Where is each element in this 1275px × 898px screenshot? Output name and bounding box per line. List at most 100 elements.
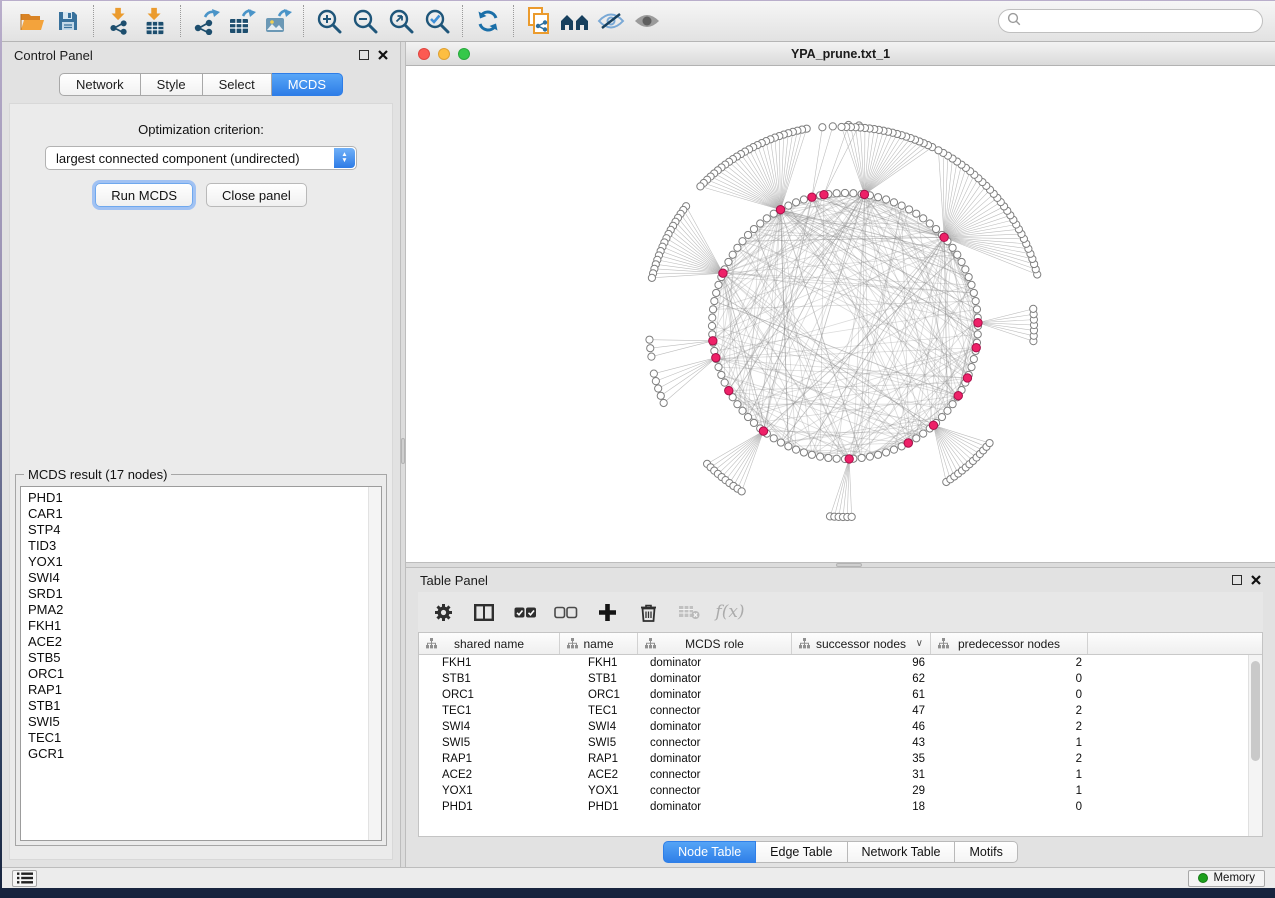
- result-item[interactable]: FKH1: [28, 618, 381, 634]
- tab-select[interactable]: Select: [203, 73, 272, 96]
- tab-network[interactable]: Network: [59, 73, 141, 96]
- cell-name: PHD1: [560, 801, 638, 813]
- export-image-icon[interactable]: [260, 4, 296, 38]
- result-item[interactable]: ACE2: [28, 634, 381, 650]
- save-icon[interactable]: [50, 4, 86, 38]
- task-history-icon[interactable]: [12, 870, 37, 887]
- cell-shared-name: RAP1: [419, 753, 560, 765]
- graph-nodes[interactable]: [646, 121, 1041, 520]
- maximize-window-icon[interactable]: [458, 48, 470, 60]
- result-item[interactable]: YOX1: [28, 554, 381, 570]
- cell-successor-nodes: 61: [792, 689, 931, 701]
- attribute-icon: [567, 638, 578, 652]
- tab-style[interactable]: Style: [141, 73, 203, 96]
- delete-columns-icon[interactable]: [633, 597, 663, 627]
- export-table-icon[interactable]: [224, 4, 260, 38]
- tab-node-table[interactable]: Node Table: [663, 841, 756, 863]
- table-row[interactable]: PHD1PHD1dominator180: [419, 799, 1262, 815]
- show-columns-icon[interactable]: [469, 597, 499, 627]
- unselect-all-columns-icon[interactable]: [551, 597, 581, 627]
- table-row[interactable]: FKH1FKH1dominator962: [419, 655, 1262, 671]
- result-scrollbar[interactable]: [368, 487, 381, 840]
- result-item[interactable]: CAR1: [28, 506, 381, 522]
- first-neighbors-icon[interactable]: [557, 4, 593, 38]
- column-header-shared-name[interactable]: shared name: [419, 633, 560, 654]
- tab-motifs[interactable]: Motifs: [955, 841, 1017, 863]
- cell-predecessor-nodes: 1: [931, 785, 1088, 797]
- result-item[interactable]: TID3: [28, 538, 381, 554]
- table-scrollbar-thumb[interactable]: [1251, 661, 1260, 761]
- memory-button[interactable]: Memory: [1188, 870, 1265, 887]
- zoom-in-icon[interactable]: [311, 4, 347, 38]
- table-row[interactable]: ORC1ORC1dominator610: [419, 687, 1262, 703]
- zoom-selected-icon[interactable]: [419, 4, 455, 38]
- tab-network-table[interactable]: Network Table: [848, 841, 956, 863]
- cell-name: ACE2: [560, 769, 638, 781]
- network-canvas[interactable]: [406, 66, 1275, 562]
- result-item[interactable]: GCR1: [28, 746, 381, 762]
- result-item[interactable]: STB5: [28, 650, 381, 666]
- table-row[interactable]: SWI5SWI5connector431: [419, 735, 1262, 751]
- table-row[interactable]: TEC1TEC1connector472: [419, 703, 1262, 719]
- result-item[interactable]: STP4: [28, 522, 381, 538]
- close-panel-button[interactable]: Close panel: [206, 183, 307, 207]
- import-network-icon[interactable]: [101, 4, 137, 38]
- export-network-icon[interactable]: [188, 4, 224, 38]
- close-table-panel-icon[interactable]: [1251, 573, 1261, 588]
- select-all-columns-icon[interactable]: [510, 597, 540, 627]
- cell-predecessor-nodes: 1: [931, 737, 1088, 749]
- duplicate-network-icon[interactable]: [521, 4, 557, 38]
- result-item[interactable]: TEC1: [28, 730, 381, 746]
- result-item[interactable]: PHD1: [28, 490, 381, 506]
- table-scrollbar[interactable]: [1248, 655, 1262, 836]
- result-item[interactable]: SWI5: [28, 714, 381, 730]
- control-panel-title: Control Panel: [14, 48, 93, 63]
- settings-icon[interactable]: [428, 597, 458, 627]
- result-item[interactable]: SWI4: [28, 570, 381, 586]
- result-item[interactable]: RAP1: [28, 682, 381, 698]
- float-table-panel-icon[interactable]: [1232, 575, 1242, 585]
- tab-edge-table[interactable]: Edge Table: [756, 841, 847, 863]
- open-file-icon[interactable]: [14, 4, 50, 38]
- result-item[interactable]: SRD1: [28, 586, 381, 602]
- column-header-successor-nodes[interactable]: successor nodes∨: [792, 633, 931, 654]
- node-table: shared namenameMCDS rolesuccessor nodes∨…: [418, 632, 1263, 837]
- result-item[interactable]: ORC1: [28, 666, 381, 682]
- cell-name: ORC1: [560, 689, 638, 701]
- close-window-icon[interactable]: [418, 48, 430, 60]
- cell-predecessor-nodes: 0: [931, 673, 1088, 685]
- hide-selected-icon[interactable]: [593, 4, 629, 38]
- vertical-splitter[interactable]: [400, 42, 406, 867]
- tab-mcds[interactable]: MCDS: [272, 73, 343, 96]
- apply-layout-icon[interactable]: [470, 4, 506, 38]
- show-all-icon[interactable]: [629, 4, 665, 38]
- horizontal-splitter[interactable]: [406, 562, 1275, 568]
- float-panel-icon[interactable]: [359, 50, 369, 60]
- column-header-name[interactable]: name: [560, 633, 638, 654]
- table-row[interactable]: RAP1RAP1dominator352: [419, 751, 1262, 767]
- optimization-criterion-select[interactable]: largest connected component (undirected)…: [45, 146, 357, 170]
- result-item[interactable]: STB1: [28, 698, 381, 714]
- minimize-window-icon[interactable]: [438, 48, 450, 60]
- table-row[interactable]: STB1STB1dominator620: [419, 671, 1262, 687]
- close-panel-icon[interactable]: [378, 48, 388, 63]
- table-row[interactable]: YOX1YOX1connector291: [419, 783, 1262, 799]
- column-header-predecessor-nodes[interactable]: predecessor nodes: [931, 633, 1088, 654]
- table-row[interactable]: ACE2ACE2connector311: [419, 767, 1262, 783]
- mcds-result-list[interactable]: PHD1CAR1STP4TID3YOX1SWI4SRD1PMA2FKH1ACE2…: [20, 486, 382, 841]
- cell-successor-nodes: 18: [792, 801, 931, 813]
- cell-mcds-role: connector: [638, 769, 792, 781]
- search-icon: [1007, 12, 1021, 31]
- search-input[interactable]: [1026, 14, 1254, 28]
- cell-mcds-role: dominator: [638, 689, 792, 701]
- add-column-icon[interactable]: [592, 597, 622, 627]
- zoom-fit-icon[interactable]: [383, 4, 419, 38]
- column-header-mcds-role[interactable]: MCDS role: [638, 633, 792, 654]
- table-row[interactable]: SWI4SWI4dominator462: [419, 719, 1262, 735]
- import-table-icon[interactable]: [137, 4, 173, 38]
- run-mcds-button[interactable]: Run MCDS: [95, 183, 193, 207]
- cell-mcds-role: connector: [638, 785, 792, 797]
- zoom-out-icon[interactable]: [347, 4, 383, 38]
- result-item[interactable]: PMA2: [28, 602, 381, 618]
- search-field[interactable]: [998, 9, 1263, 33]
